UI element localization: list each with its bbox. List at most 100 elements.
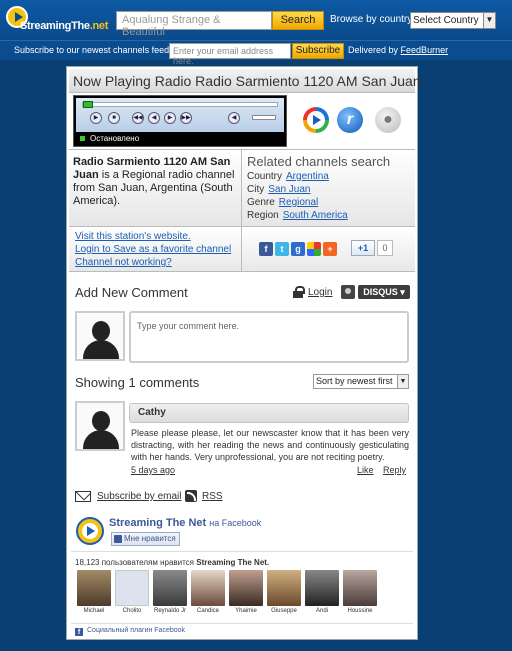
avatar <box>75 311 125 361</box>
fan-name[interactable]: Cholito <box>112 608 152 614</box>
comment-author[interactable]: Cathy <box>129 403 409 423</box>
fan-name[interactable]: Michael <box>74 608 114 614</box>
delivered-by: Delivered by FeedBurner <box>348 45 448 55</box>
plus-one-count: 0 <box>377 240 393 256</box>
divider <box>241 228 242 272</box>
lock-icon <box>293 286 305 298</box>
related-country-label: Country <box>247 171 283 182</box>
top-header: StreamingThe.net Aqualung Strange & Beau… <box>0 0 512 40</box>
city-link[interactable]: San Juan <box>268 184 310 195</box>
fan-name[interactable]: Andi <box>302 608 342 614</box>
windows-share-icon[interactable] <box>307 242 321 256</box>
related-genre-label: Genre <box>247 197 275 208</box>
feedburner-link[interactable]: FeedBurner <box>401 45 449 55</box>
site-logo[interactable]: StreamingThe.net <box>6 6 109 34</box>
genre-link[interactable]: Regional <box>279 197 318 208</box>
related-city: City San Juan <box>247 183 413 196</box>
search-button[interactable]: Search <box>272 11 324 30</box>
facebook-plugin-link[interactable]: Социальный плагин Facebook <box>87 627 185 634</box>
fan-avatar[interactable] <box>343 570 377 606</box>
add-comment-heading: Add New Comment <box>75 285 188 300</box>
fan-name[interactable]: Giuseppe <box>264 608 304 614</box>
like-count-text: 18,123 пользователям нравится <box>75 558 197 567</box>
related-country: Country Argentina <box>247 170 413 183</box>
logo-text: StreamingThe <box>20 20 90 32</box>
player-status: Остановлено <box>76 133 284 145</box>
fan-name[interactable]: Yhaimie <box>226 608 266 614</box>
browse-country-label: Browse by country: <box>330 14 416 25</box>
google-plus-one-button[interactable]: +1 <box>351 240 375 256</box>
fan-avatar[interactable] <box>115 570 149 606</box>
media-player: ▶ ■ ◀◀ ◀ ▶ ▶▶ ◀ Остановлено <box>73 95 287 147</box>
fan-avatar[interactable] <box>267 570 301 606</box>
fan-name[interactable]: Candice <box>188 608 228 614</box>
user-icon[interactable] <box>341 285 355 299</box>
streaming-logo-icon[interactable] <box>75 516 105 546</box>
sort-select[interactable]: Sort by newest first ▼ <box>313 374 409 389</box>
twitter-share-icon[interactable]: t <box>275 242 289 256</box>
reply-button[interactable]: Reply <box>383 465 406 475</box>
rss-link[interactable]: RSS <box>202 491 223 502</box>
facebook-share-icon[interactable]: f <box>259 242 273 256</box>
facebook-page-link[interactable]: Streaming The Net <box>109 517 206 529</box>
station-actions: Visit this station's website. Login to S… <box>75 230 231 269</box>
related-title: Related channels search <box>247 154 391 169</box>
fan-avatar[interactable] <box>153 570 187 606</box>
search-input[interactable]: Aqualung Strange & Beautiful <box>116 11 272 38</box>
next-icon[interactable]: ▶▶ <box>180 112 192 124</box>
comment-timestamp[interactable]: 5 days ago <box>131 465 175 475</box>
like-count-page: Streaming The Net. <box>196 558 270 567</box>
chevron-down-icon: ▼ <box>483 13 495 28</box>
volume-slider[interactable] <box>252 115 276 120</box>
play-icon[interactable]: ▶ <box>90 112 102 124</box>
facebook-icon: f <box>75 628 83 636</box>
save-favorite-link[interactable]: Login to Save as a favorite channel <box>75 243 231 256</box>
fan-avatar[interactable] <box>305 570 339 606</box>
fan-avatar[interactable] <box>77 570 111 606</box>
like-button[interactable]: Like <box>357 465 374 475</box>
comment-input[interactable]: Type your comment here. <box>129 311 409 363</box>
fan-name[interactable]: Reynaldo Jr <box>150 608 190 614</box>
station-info: Radio Sarmiento 1120 AM San Juan is a Re… <box>69 149 415 228</box>
logo-suffix: .net <box>89 20 109 32</box>
fan-avatar[interactable] <box>191 570 225 606</box>
subscribe-email-link[interactable]: Subscribe by email <box>97 491 181 502</box>
report-broken-link[interactable]: Channel not working? <box>75 256 231 269</box>
region-link[interactable]: South America <box>283 210 348 221</box>
avatar <box>75 401 125 451</box>
station-links: Visit this station's website. Login to S… <box>69 228 415 272</box>
country-select[interactable]: Select Country ▼ <box>410 12 496 29</box>
divider <box>71 551 413 552</box>
delivered-label: Delivered by <box>348 45 399 55</box>
mute-icon[interactable]: ◀ <box>228 112 240 124</box>
subscribe-bar: Subscribe to our newest channels feed En… <box>0 40 512 66</box>
apple-icon[interactable]: ● <box>375 107 401 133</box>
player-controls: ▶ ■ ◀◀ ◀ ▶ ▶▶ ◀ <box>76 98 284 132</box>
realplayer-icon[interactable]: r <box>337 107 363 133</box>
related-region-label: Region <box>247 210 279 221</box>
facebook-like-button[interactable]: Мне нравится <box>111 532 180 546</box>
stop-icon[interactable]: ■ <box>108 112 120 124</box>
visit-website-link[interactable]: Visit this station's website. <box>75 230 231 243</box>
disqus-menu-button[interactable]: DISQUS ▾ <box>358 285 410 299</box>
facebook-plugin-footer: f Социальный плагин Facebook <box>71 623 413 637</box>
windows-media-player-icon[interactable] <box>303 107 329 133</box>
google-share-icon[interactable]: g <box>291 242 305 256</box>
fan-avatar[interactable] <box>229 570 263 606</box>
subscribe-button[interactable]: Subscribe <box>292 43 344 59</box>
login-link[interactable]: Login <box>308 287 332 298</box>
seek-bar[interactable] <box>82 101 278 108</box>
fan-name[interactable]: Houssine <box>340 608 380 614</box>
divider <box>241 150 242 228</box>
forward-icon[interactable]: ▶ <box>164 112 176 124</box>
country-link[interactable]: Argentina <box>286 171 329 182</box>
chevron-down-icon: ▼ <box>397 375 408 388</box>
previous-icon[interactable]: ◀◀ <box>132 112 144 124</box>
rewind-icon[interactable]: ◀ <box>148 112 160 124</box>
related-channels: Related channels search Country Argentina… <box>247 154 413 222</box>
email-field[interactable]: Enter your email address here. <box>169 43 291 66</box>
seek-handle[interactable] <box>83 101 93 108</box>
station-panel: Now Playing Radio Radio Sarmiento 1120 A… <box>66 66 421 640</box>
addthis-share-icon[interactable]: + <box>323 242 337 256</box>
on-facebook-label: на Facebook <box>209 518 262 528</box>
